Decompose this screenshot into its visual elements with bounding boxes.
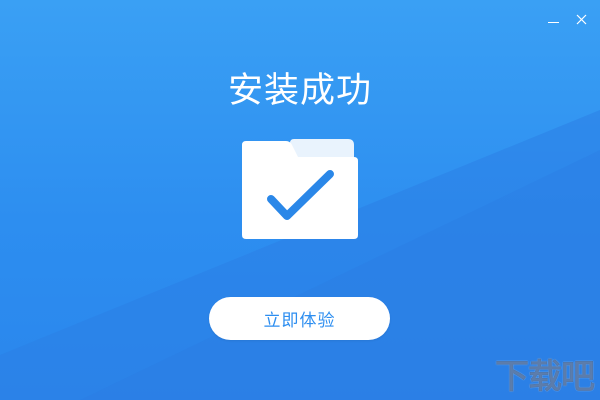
page-title: 安装成功: [227, 71, 372, 111]
folder-check-icon: [242, 139, 358, 239]
close-button[interactable]: [570, 8, 592, 30]
minimize-icon: [547, 21, 559, 23]
minimize-button[interactable]: [542, 8, 564, 30]
close-icon: [576, 14, 586, 24]
installer-window: 安装成功 立即体验 下载吧: [0, 0, 600, 400]
start-experience-button[interactable]: 立即体验: [209, 297, 390, 340]
watermark-logo: 下载吧: [495, 357, 595, 397]
